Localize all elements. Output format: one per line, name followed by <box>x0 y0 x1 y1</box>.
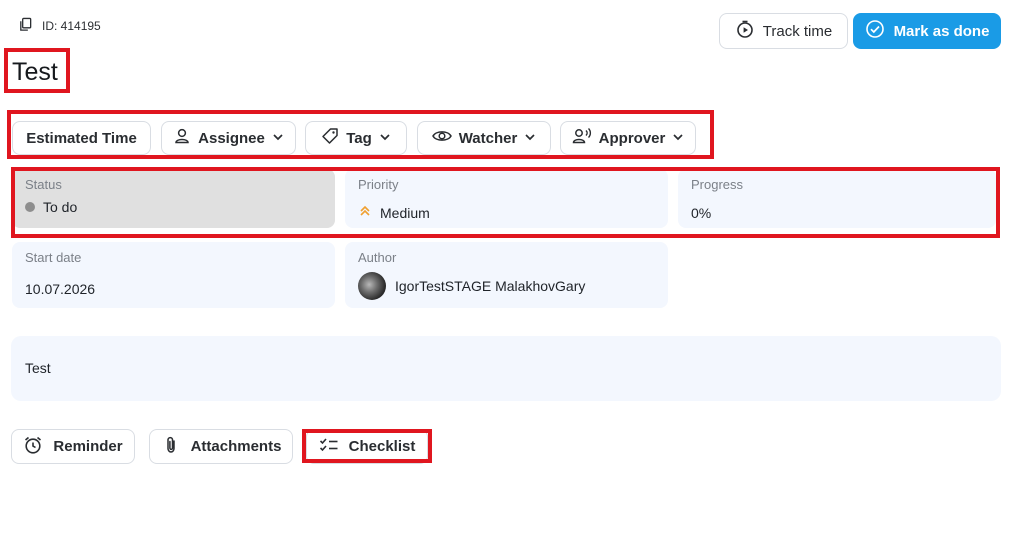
priority-value: Medium <box>380 204 430 221</box>
user-icon <box>173 127 191 149</box>
progress-field[interactable]: Progress 0% <box>678 169 996 228</box>
checklist-button[interactable]: Checklist <box>306 429 428 464</box>
paperclip-icon <box>161 435 181 459</box>
user-voice-icon <box>572 127 592 149</box>
chevron-down-icon <box>379 130 391 147</box>
checklist-label: Checklist <box>348 438 416 455</box>
priority-field[interactable]: Priority Medium <box>345 169 668 228</box>
author-field-label: Author <box>358 250 397 265</box>
mark-as-done-button[interactable]: Mark as done <box>853 13 1001 49</box>
copy-icon[interactable] <box>18 17 33 35</box>
approver-label: Approver <box>598 129 666 147</box>
author-name: IgorTestSTAGE MalakhovGary <box>395 278 586 294</box>
progress-value: 0% <box>691 205 712 221</box>
assignee-label: Assignee <box>198 129 265 147</box>
mark-as-done-label: Mark as done <box>893 22 990 40</box>
track-time-button[interactable]: Track time <box>719 13 848 49</box>
task-id-row: ID: 414195 <box>18 17 101 35</box>
watcher-dropdown[interactable]: Watcher <box>417 121 551 155</box>
chevron-down-icon <box>672 130 684 147</box>
watcher-label: Watcher <box>458 129 518 147</box>
checklist-icon <box>319 435 339 459</box>
approver-dropdown[interactable]: Approver <box>560 121 696 155</box>
chevrons-up-icon <box>358 204 372 221</box>
priority-value-wrap: Medium <box>358 204 430 221</box>
avatar[interactable] <box>358 272 386 300</box>
author-field: Author IgorTestSTAGE MalakhovGary <box>345 242 668 308</box>
reminder-button[interactable]: Reminder <box>11 429 135 464</box>
chevron-down-icon <box>272 130 284 147</box>
description-text: Test <box>25 360 51 376</box>
progress-field-label: Progress <box>691 177 744 192</box>
tag-dropdown[interactable]: Tag <box>305 121 407 155</box>
priority-field-label: Priority <box>358 177 399 192</box>
eye-icon <box>431 127 452 149</box>
start-date-field[interactable]: Start date 10.07.2026 <box>12 242 335 308</box>
attachments-label: Attachments <box>190 438 282 455</box>
start-date-field-label: Start date <box>25 250 82 265</box>
estimated-time-label: Estimated Time <box>26 129 137 147</box>
estimated-time-button[interactable]: Estimated Time <box>12 121 151 155</box>
status-dot-icon <box>25 202 35 212</box>
task-id: ID: 414195 <box>42 19 101 33</box>
status-value: To do <box>43 199 78 215</box>
attachments-button[interactable]: Attachments <box>149 429 293 464</box>
author-value-wrap: IgorTestSTAGE MalakhovGary <box>358 272 585 300</box>
alarm-clock-icon <box>23 435 43 459</box>
reminder-label: Reminder <box>53 438 123 455</box>
status-value-wrap: To do <box>25 199 77 215</box>
check-circle-icon <box>865 19 885 43</box>
chevron-down-icon <box>524 130 536 147</box>
description-box[interactable]: Test <box>11 336 1001 401</box>
status-field-label: Status <box>25 177 62 192</box>
tag-icon <box>321 127 339 149</box>
status-field[interactable]: Status To do <box>12 169 335 228</box>
track-time-label: Track time <box>762 22 833 40</box>
tag-label: Tag <box>346 129 372 147</box>
assignee-dropdown[interactable]: Assignee <box>161 121 296 155</box>
start-date-value: 10.07.2026 <box>25 281 96 297</box>
stopwatch-icon <box>735 19 755 43</box>
task-title[interactable]: Test <box>12 58 58 87</box>
